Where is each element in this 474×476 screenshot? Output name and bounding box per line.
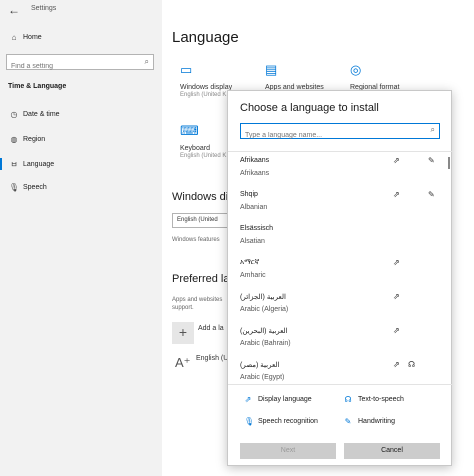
regional-format-icon: ◎ (350, 62, 362, 77)
home-icon: ⌂ (11, 33, 17, 42)
sidebar-item-label: Home (23, 34, 42, 41)
clock-icon: ◷ (10, 110, 18, 119)
features-text: Windows features (172, 237, 220, 243)
sidebar-item-label: Region (23, 136, 46, 143)
add-language-link[interactable]: Add a la (198, 325, 224, 333)
language-native-name: አማርኛ (240, 259, 260, 266)
list-item[interactable]: العربية (البحرين) Arabic (Bahrain) ⇗ (228, 322, 448, 356)
cancel-button[interactable]: Cancel (344, 443, 440, 459)
language-native-name: Afrikaans (240, 157, 270, 164)
tile-sub: English (United K (180, 92, 227, 98)
legend-label: Text-to-speech (358, 396, 404, 403)
language-english-name: Arabic (Algeria) (240, 306, 289, 313)
language-native-name: العربية (الجزائر) (240, 294, 286, 301)
divider (228, 384, 452, 385)
language-english-name: Amharic (240, 272, 266, 279)
search-icon: ⌕ (144, 57, 149, 66)
windows-display-heading: Windows di (172, 191, 229, 203)
language-icon: ㅂ (10, 160, 18, 169)
language-list: Afrikaans Afrikaans ⇗ ✎ Shqip Albanian ⇗… (228, 152, 452, 384)
tile-label: Windows display (180, 84, 233, 91)
tile-sub: English (United K (180, 153, 227, 159)
settings-search-box[interactable]: ⌕ (6, 54, 154, 74)
tile-label: Keyboard (180, 145, 210, 152)
language-search-box[interactable]: ⌕ (240, 123, 440, 142)
scrollbar-thumb[interactable] (448, 157, 450, 169)
window-title: Settings (31, 5, 57, 12)
list-item[interactable]: አማርኛ Amharic ⇗ (228, 254, 448, 288)
legend-speech-recognition: 🎙︎ Speech recognition (244, 417, 318, 426)
globe-icon: ◍ (10, 135, 18, 144)
list-item[interactable]: Elsässisch Alsatian (228, 220, 448, 254)
legend-label: Handwriting (358, 418, 395, 425)
list-item[interactable]: Afrikaans Afrikaans ⇗ ✎ (228, 152, 448, 186)
legend-label: Speech recognition (258, 418, 318, 425)
list-item[interactable]: العربية (الجزائر) Arabic (Algeria) ⇗ (228, 288, 448, 322)
section-heading: Time & Language (8, 83, 67, 90)
language-english-name: Arabic (Egypt) (240, 374, 285, 381)
next-button[interactable]: Next (240, 443, 336, 459)
sidebar-item-label: Date & time (23, 111, 60, 118)
search-icon: ⌕ (430, 125, 435, 134)
microphone-icon: 🎙︎ (8, 183, 20, 192)
display-language-icon: ⇗ (393, 156, 400, 165)
handwriting-icon: ✎ (428, 190, 435, 199)
dialog-title: Choose a language to install (240, 102, 379, 114)
tile-windows-display[interactable]: Windows display English (United K (180, 84, 232, 98)
list-item[interactable]: العربية (مصر) Arabic (Egypt) ⇗ ☊ (228, 356, 448, 384)
handwriting-icon: ✎ (344, 417, 352, 426)
legend-text-to-speech: ☊ Text-to-speech (344, 395, 404, 404)
legend-label: Display language (258, 396, 312, 403)
settings-search-input[interactable] (7, 59, 132, 74)
choose-language-dialog: Choose a language to install ⌕ Afrikaans… (227, 90, 452, 466)
tile-keyboard[interactable]: Keyboard English (United K (180, 145, 226, 159)
sidebar-item-label: Speech (23, 184, 47, 191)
preferred-heading: Preferred la (172, 273, 230, 285)
keyboard-icon: ⌨ (180, 123, 199, 138)
monitor-icon: ▭ (180, 62, 193, 77)
language-english-name: Alsatian (240, 238, 265, 245)
display-language-icon: ⇗ (393, 190, 400, 199)
display-language-dropdown[interactable]: English (United (172, 213, 232, 228)
display-language-icon: ⇗ (393, 326, 400, 335)
page-title: Language (172, 29, 239, 46)
language-pack-icon: A⁺ (175, 355, 191, 370)
language-native-name: العربية (مصر) (240, 362, 280, 369)
language-native-name: Elsässisch (240, 225, 274, 232)
preferred-text-2: support. (172, 305, 194, 311)
text-to-speech-icon: ☊ (408, 360, 416, 369)
display-language-icon: ⇗ (393, 292, 400, 301)
handwriting-icon: ✎ (428, 156, 435, 165)
language-native-name: Shqip (240, 191, 258, 198)
display-language-icon: ⇗ (393, 360, 400, 369)
sidebar-item-label: Language (23, 161, 55, 168)
display-language-icon: ⇗ (244, 395, 252, 404)
microphone-icon: 🎙︎ (244, 417, 255, 426)
back-arrow-icon[interactable]: ← (8, 3, 20, 17)
legend-handwriting: ✎ Handwriting (344, 417, 395, 426)
language-english-name: Arabic (Bahrain) (240, 340, 291, 347)
language-english-name: Albanian (240, 204, 268, 211)
sidebar-item-language[interactable]: ㅂ Language (8, 159, 54, 170)
english-language-entry[interactable]: English (U (196, 355, 228, 363)
language-search-input[interactable] (241, 129, 421, 142)
language-native-name: العربية (البحرين) (240, 328, 288, 335)
apps-icon: ▤ (265, 62, 278, 77)
sidebar-item-region[interactable]: ◍ Region (8, 135, 46, 144)
add-language-plus-icon[interactable]: + (172, 322, 194, 344)
list-item[interactable]: Shqip Albanian ⇗ ✎ (228, 186, 448, 220)
title-bar: ← Settings (0, 0, 474, 20)
sidebar-item-home[interactable]: ⌂ Home (8, 33, 42, 42)
preferred-text-1: Apps and websites (172, 297, 223, 303)
text-to-speech-icon: ☊ (344, 395, 352, 404)
sidebar-item-date-time[interactable]: ◷ Date & time (8, 110, 60, 119)
display-language-icon: ⇗ (393, 258, 400, 267)
sidebar-item-speech[interactable]: 🎙︎ Speech (8, 183, 47, 192)
legend-display-language: ⇗ Display language (244, 395, 312, 404)
language-english-name: Afrikaans (240, 170, 270, 177)
active-indicator (0, 158, 2, 170)
